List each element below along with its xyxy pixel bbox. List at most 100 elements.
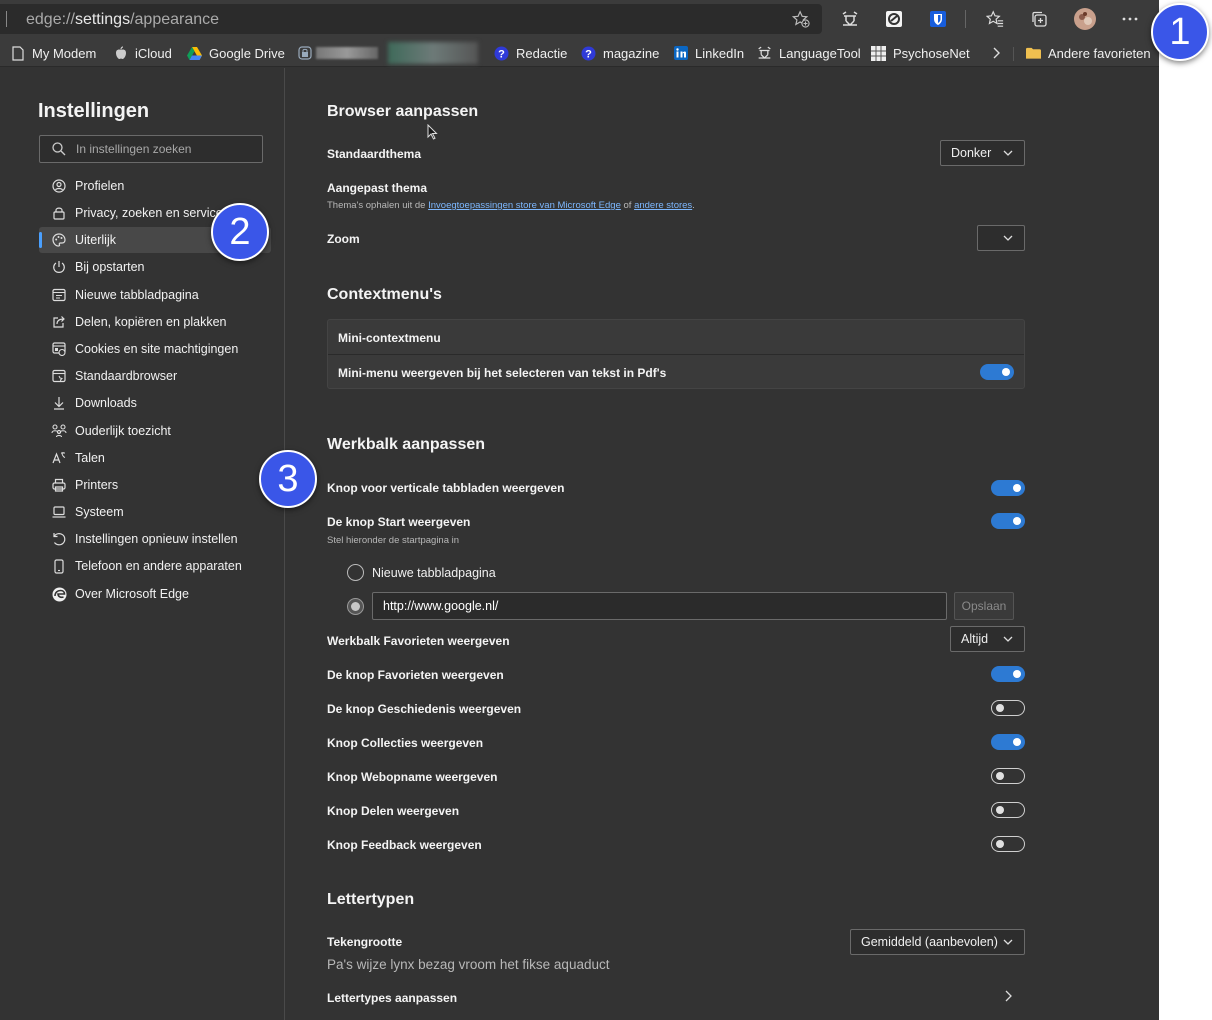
edge-addons-store-link[interactable]: Invoegtoepassingen store van Microsoft E… — [428, 200, 621, 211]
settings-search[interactable] — [39, 135, 263, 163]
feedback-button-toggle[interactable] — [991, 836, 1025, 852]
browser-icon — [51, 368, 67, 384]
share-button-toggle[interactable] — [991, 802, 1025, 818]
sidebar-item-systeem[interactable]: Systeem — [39, 499, 271, 525]
address-separator — [6, 11, 7, 27]
palette-icon — [51, 232, 67, 248]
laptop-icon — [51, 504, 67, 520]
favorites-button-label: De knop Favorieten weergeven — [327, 668, 504, 682]
font-size-dropdown[interactable]: Gemiddeld (aanbevolen) — [850, 929, 1025, 955]
sidebar-item-cookies[interactable]: Cookies en site machtigingen — [39, 336, 271, 362]
mini-context-card: Mini-contextmenu Mini-menu weergeven bij… — [327, 319, 1025, 389]
theme-dropdown[interactable]: Donker — [940, 140, 1025, 166]
more-bookmarks-chevron-icon[interactable] — [991, 44, 1001, 62]
start-button-label: De knop Start weergeven — [327, 515, 471, 529]
settings-content: Browser aanpassen Standaardthema Donker … — [286, 68, 1159, 1020]
bookmark-label: LanguageTool — [779, 45, 861, 61]
page-icon — [10, 45, 25, 61]
sidebar-item-printers[interactable]: Printers — [39, 472, 271, 498]
collections-button-toggle[interactable] — [991, 734, 1025, 750]
newtab-radio-label: Nieuwe tabbladpagina — [372, 566, 496, 580]
collections-icon[interactable] — [1029, 9, 1049, 29]
other-stores-link[interactable]: andere stores — [634, 200, 692, 211]
start-button-description: Stel hieronder de startpagina in — [327, 535, 460, 546]
lock-bookmark-icon — [297, 46, 312, 61]
sidebar-item-ouderlijk-toezicht[interactable]: Ouderlijk toezicht — [39, 418, 271, 444]
annotation-badge-3: 3 — [259, 450, 317, 508]
address-bar[interactable]: edge://settings/appearance — [0, 4, 822, 34]
favorites-bar-dropdown-value: Altijd — [961, 632, 989, 646]
sidebar-item-delen[interactable]: Delen, kopiëren en plakken — [39, 309, 271, 335]
sidebar-item-label: Delen, kopiëren en plakken — [75, 315, 227, 329]
language-icon — [51, 450, 67, 466]
section-title-toolbar: Werkbalk aanpassen — [327, 436, 486, 453]
history-button-toggle[interactable] — [991, 700, 1025, 716]
svg-text:?: ? — [498, 48, 505, 60]
sidebar-item-label: Telefoon en andere apparaten — [75, 559, 242, 573]
sidebar-item-telefoon[interactable]: Telefoon en andere apparaten — [39, 553, 271, 579]
chevron-down-icon — [1003, 150, 1013, 156]
sidebar-item-instellingen-opnieuw[interactable]: Instellingen opnieuw instellen — [39, 526, 271, 552]
bookmarks-divider — [1013, 47, 1014, 61]
collections-button-label: Knop Collecties weergeven — [327, 736, 484, 750]
folder-icon — [1026, 46, 1041, 61]
sidebar-item-downloads[interactable]: Downloads — [39, 390, 271, 416]
bookmark-redactie[interactable]: ? Redactie — [494, 44, 567, 62]
home-url-input[interactable] — [372, 592, 947, 620]
sidebar-item-standaardbrowser[interactable]: Standaardbrowser — [39, 363, 271, 389]
history-button-label: De knop Geschiedenis weergeven — [327, 702, 522, 716]
chevron-right-icon[interactable] — [1003, 989, 1013, 1003]
sidebar-item-label: Systeem — [75, 505, 124, 519]
mouse-cursor-icon — [427, 124, 438, 140]
annotation-badge-1: 1 — [1151, 3, 1209, 61]
chevron-down-icon — [1003, 939, 1013, 945]
address-url[interactable]: edge://settings/appearance — [26, 11, 219, 29]
bookmark-label: magazine — [603, 45, 660, 61]
bookmark-magazine[interactable]: ? magazine — [581, 44, 659, 62]
help-icon: ? — [494, 46, 509, 61]
sidebar-item-label: Over Microsoft Edge — [75, 587, 189, 601]
languagetool-extension-icon[interactable] — [840, 9, 860, 29]
vertical-tabs-toggle[interactable] — [991, 480, 1025, 496]
customize-fonts-label[interactable]: Lettertypes aanpassen — [327, 991, 457, 1005]
sidebar-item-label: Instellingen opnieuw instellen — [75, 532, 238, 546]
webcapture-button-label: Knop Webopname weergeven — [327, 770, 498, 784]
blurred-bookmark[interactable] — [388, 42, 478, 64]
bookmark-google-drive[interactable]: Google Drive — [187, 44, 285, 62]
favorites-icon[interactable] — [985, 9, 1005, 29]
svg-text:?: ? — [585, 48, 592, 60]
bookmark-languagetool[interactable]: LanguageTool — [757, 44, 861, 62]
lock-icon — [51, 205, 67, 221]
languagetool-icon — [757, 46, 772, 61]
bookmark-psychosenet[interactable]: PsychoseNet — [871, 44, 970, 62]
zoom-dropdown[interactable] — [977, 225, 1025, 251]
sidebar-item-over-edge[interactable]: Over Microsoft Edge — [39, 581, 271, 607]
mini-pdf-toggle[interactable] — [980, 364, 1014, 380]
bookmark-icloud[interactable]: iCloud — [113, 44, 172, 62]
sidebar-item-talen[interactable]: Talen — [39, 445, 271, 471]
add-favorite-icon[interactable] — [792, 10, 810, 28]
toolbar: edge://settings/appearance — [0, 0, 1159, 38]
webcapture-button-toggle[interactable] — [991, 768, 1025, 784]
theme-dropdown-value: Donker — [951, 146, 992, 160]
bookmark-other-favorites[interactable]: Andere favorieten — [1026, 44, 1151, 62]
favorites-bar-dropdown[interactable]: Altijd — [950, 626, 1025, 652]
bookmark-label: Google Drive — [209, 45, 285, 61]
more-options-icon[interactable] — [1120, 9, 1140, 29]
save-button[interactable]: Opslaan — [954, 592, 1014, 620]
search-input[interactable] — [76, 140, 256, 158]
phone-icon — [51, 558, 67, 574]
start-button-toggle[interactable] — [991, 513, 1025, 529]
newtab-radio[interactable] — [347, 564, 364, 581]
favorites-button-toggle[interactable] — [991, 666, 1025, 682]
url-radio[interactable] — [347, 598, 364, 615]
bitwarden-icon[interactable] — [928, 9, 948, 29]
sidebar-item-nieuwe-tabbladpagina[interactable]: Nieuwe tabbladpagina — [39, 282, 271, 308]
extension-icon[interactable] — [884, 9, 904, 29]
sidebar-item-label: Cookies en site machtigingen — [75, 342, 239, 356]
profile-avatar[interactable] — [1073, 7, 1097, 31]
bookmark-my-modem[interactable]: My Modem — [10, 44, 96, 62]
sidebar-item-profielen[interactable]: Profielen — [39, 173, 271, 199]
bookmark-linkedin[interactable]: LinkedIn — [673, 44, 744, 62]
sidebar-item-label: Profielen — [75, 179, 125, 193]
